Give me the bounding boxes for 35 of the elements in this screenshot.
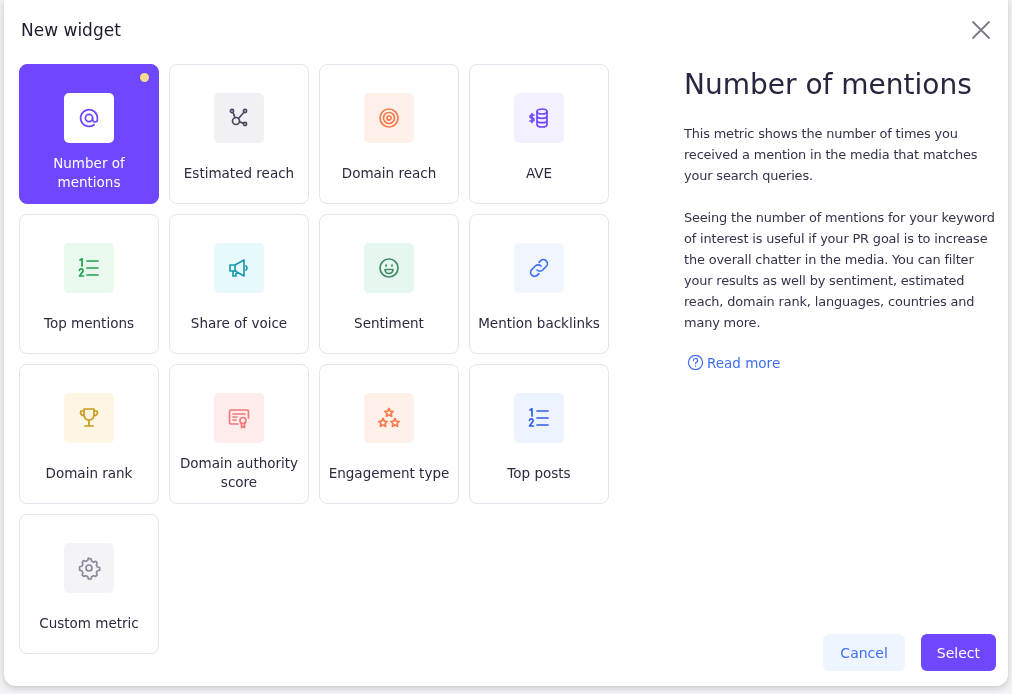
numbered-list-icon xyxy=(64,243,114,293)
help-icon xyxy=(687,354,704,371)
link-icon xyxy=(514,243,564,293)
dialog-title: New widget xyxy=(21,20,121,40)
widget-tile[interactable]: Custom metric xyxy=(19,514,159,654)
widget-tile[interactable]: Number of mentions xyxy=(19,64,159,204)
details-heading: Number of mentions xyxy=(684,68,973,101)
widget-tile[interactable]: Share of voice xyxy=(169,214,309,354)
trophy-icon xyxy=(64,393,114,443)
widget-tile[interactable]: Engagement type xyxy=(319,364,459,504)
widget-tile[interactable]: Domain reach xyxy=(319,64,459,204)
widget-tile[interactable]: Sentiment xyxy=(319,214,459,354)
certificate-icon xyxy=(214,393,264,443)
nodes-icon xyxy=(214,93,264,143)
cancel-button[interactable]: Cancel xyxy=(823,634,905,671)
close-icon[interactable] xyxy=(970,19,992,41)
widget-tile[interactable]: AVE xyxy=(469,64,609,204)
description-paragraph: This metric shows the number of times you received a mention in the media that matches your search queries. xyxy=(684,125,979,185)
select-button[interactable]: Select xyxy=(920,634,996,671)
gear-icon xyxy=(64,543,114,593)
at-sign-icon xyxy=(64,93,114,143)
smiley-icon xyxy=(364,243,414,293)
target-icon xyxy=(364,93,414,143)
widget-tile[interactable]: Top mentions xyxy=(19,214,159,354)
description-paragraph: Seeing the number of mentions for your keyword of interest is useful if your PR goal is to increase the overall chatter in the media. You can filter your results as well by sentiment, estimated reach, domain rank, languages, countries and many more. xyxy=(684,209,996,332)
widget-tile[interactable]: Mention backlinks xyxy=(469,214,609,354)
widget-tile[interactable]: Domain rank xyxy=(19,364,159,504)
widget-tile[interactable]: Estimated reach xyxy=(169,64,309,204)
money-coins-icon xyxy=(514,93,564,143)
widget-tile[interactable]: Top posts xyxy=(469,364,609,504)
widget-tile[interactable]: Domain authority score xyxy=(169,364,309,504)
read-more-link[interactable]: Read more xyxy=(687,354,781,371)
numbered-list-icon xyxy=(514,393,564,443)
stars-icon xyxy=(364,393,414,443)
megaphone-icon xyxy=(214,243,264,293)
